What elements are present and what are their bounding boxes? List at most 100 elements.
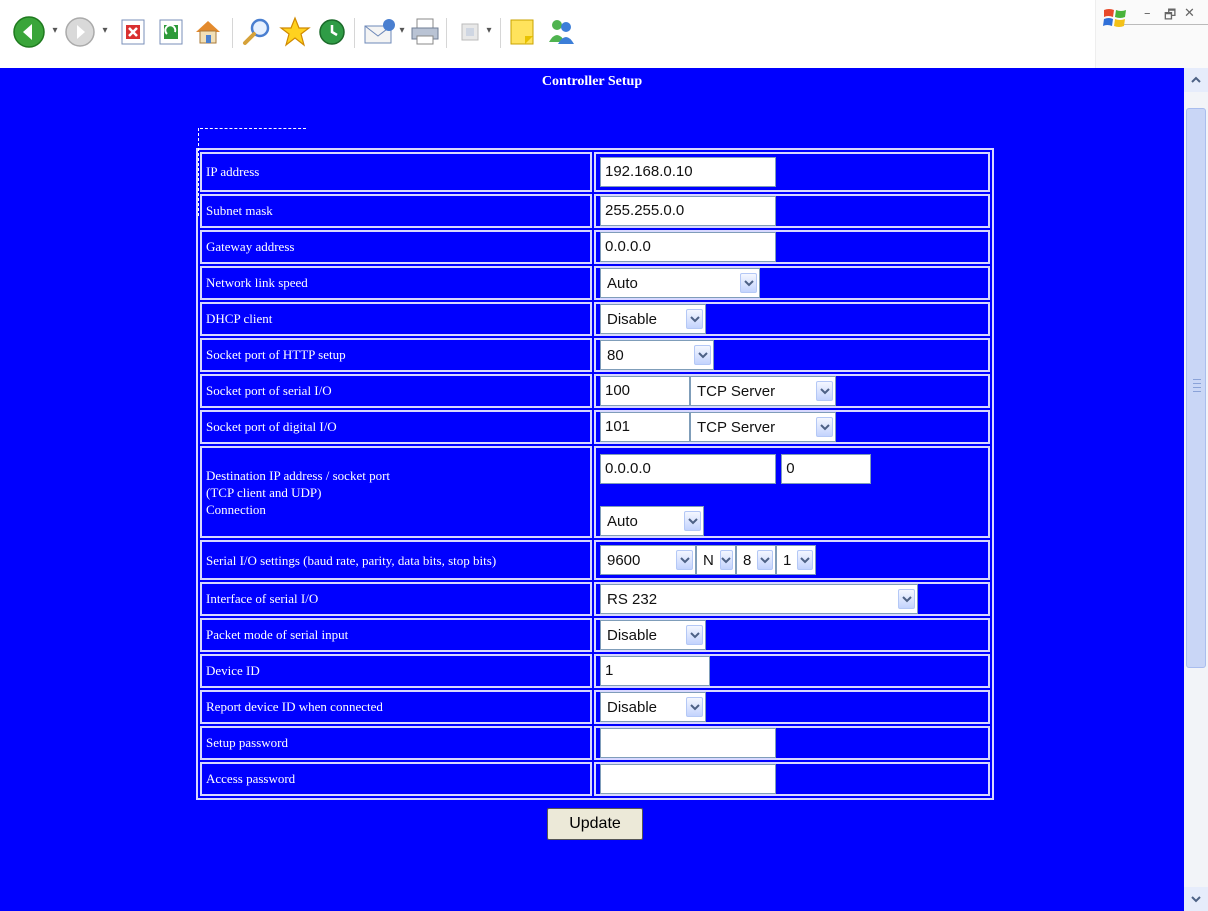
report-id-select[interactable]: Disable <box>600 692 706 722</box>
destination-ip-input[interactable]: 0.0.0.0 <box>600 454 776 484</box>
destination-label: Destination IP address / socket port (TC… <box>200 446 592 538</box>
table-row: DHCP client Disable <box>200 302 990 336</box>
interface-label: Interface of serial I/O <box>200 582 592 616</box>
baud-rate-select[interactable]: 9600 <box>600 545 696 575</box>
mail-icon[interactable] <box>362 12 398 52</box>
data-bits-select[interactable]: 8 <box>736 545 776 575</box>
page-title: Controller Setup <box>541 74 643 89</box>
setup-form-table: IP address 192.168.0.10 Subnet mask 255.… <box>196 148 994 800</box>
scroll-down-icon[interactable] <box>1184 887 1208 911</box>
setup-password-input[interactable] <box>600 728 776 758</box>
browser-toolbar: ▾ ▾ ▾ ▾ – 🗗 ✕ <box>0 0 1208 68</box>
table-row: Socket port of digital I/O 101 TCP Server <box>200 410 990 444</box>
link-speed-label: Network link speed <box>200 266 592 300</box>
messenger-icon[interactable] <box>544 12 578 52</box>
chevron-down-icon <box>797 550 813 570</box>
destination-label-line2: (TCP client and UDP) <box>206 484 322 500</box>
chevron-down-icon <box>898 589 915 609</box>
serial-port-cell: 100 TCP Server <box>594 374 990 408</box>
home-icon[interactable] <box>192 12 224 52</box>
ip-address-label: IP address <box>200 152 592 192</box>
subnet-mask-label: Subnet mask <box>200 194 592 228</box>
chevron-down-icon <box>719 550 733 570</box>
dhcp-value: Disable <box>607 310 658 328</box>
mail-dropdown-icon[interactable]: ▾ <box>397 24 407 38</box>
focus-outline-side <box>198 128 200 216</box>
windows-logo-icon <box>1102 6 1130 35</box>
http-port-value: 80 <box>607 346 624 364</box>
table-row: Network link speed Auto <box>200 266 990 300</box>
connection-value: Auto <box>607 512 638 530</box>
dhcp-cell: Disable <box>594 302 990 336</box>
link-speed-value: Auto <box>607 274 638 292</box>
connection-label: Connection <box>206 501 266 517</box>
stop-icon[interactable] <box>118 12 148 52</box>
device-id-input[interactable]: 1 <box>600 656 710 686</box>
destination-cell: 0.0.0.0 0 Auto <box>594 446 990 538</box>
table-row: Report device ID when connected Disable <box>200 690 990 724</box>
link-speed-select[interactable]: Auto <box>600 268 760 298</box>
minimize-button[interactable]: – <box>1144 6 1151 21</box>
interface-cell: RS 232 <box>594 582 990 616</box>
parity-select[interactable]: N <box>696 545 736 575</box>
forward-dropdown-icon[interactable]: ▾ <box>100 24 110 38</box>
back-dropdown-icon[interactable]: ▾ <box>50 24 60 38</box>
ip-address-input[interactable]: 192.168.0.10 <box>600 157 776 187</box>
scrollbar-thumb[interactable] <box>1186 108 1206 668</box>
serial-port-mode-value: TCP Server <box>697 382 776 400</box>
subnet-mask-input[interactable]: 255.255.0.0 <box>600 196 776 226</box>
digital-port-mode-select[interactable]: TCP Server <box>690 412 836 442</box>
chevron-down-icon <box>816 381 833 401</box>
update-button[interactable]: Update <box>547 808 643 840</box>
search-icon[interactable] <box>240 12 274 52</box>
close-button[interactable]: ✕ <box>1184 6 1195 21</box>
print-icon[interactable] <box>408 12 442 52</box>
access-password-input[interactable] <box>600 764 776 794</box>
scroll-up-icon[interactable] <box>1184 68 1208 92</box>
access-password-cell <box>594 762 990 796</box>
connection-select[interactable]: Auto <box>600 506 704 536</box>
interface-value: RS 232 <box>607 590 658 608</box>
parity-value: N <box>703 551 714 569</box>
table-row: Serial I/O settings (baud rate, parity, … <box>200 540 990 580</box>
http-port-select[interactable]: 80 <box>600 340 714 370</box>
setup-password-label: Setup password <box>200 726 592 760</box>
table-row: Socket port of serial I/O 100 TCP Server <box>200 374 990 408</box>
edit-dropdown-icon[interactable]: ▾ <box>484 24 494 38</box>
digital-port-input[interactable]: 101 <box>600 412 690 442</box>
refresh-icon[interactable] <box>156 12 186 52</box>
ip-address-cell: 192.168.0.10 <box>594 152 990 192</box>
packet-mode-select[interactable]: Disable <box>600 620 706 650</box>
stop-bits-value: 1 <box>783 551 792 569</box>
table-row: Gateway address 0.0.0.0 <box>200 230 990 264</box>
dhcp-select[interactable]: Disable <box>600 304 706 334</box>
interface-select[interactable]: RS 232 <box>600 584 918 614</box>
serial-port-mode-select[interactable]: TCP Server <box>690 376 836 406</box>
back-icon[interactable] <box>12 12 46 52</box>
chevron-down-icon <box>686 697 703 717</box>
device-id-cell: 1 <box>594 654 990 688</box>
favorites-icon[interactable] <box>278 12 312 52</box>
gateway-input[interactable]: 0.0.0.0 <box>600 232 776 262</box>
destination-label-line1: Destination IP address / socket port <box>206 467 391 483</box>
history-icon[interactable] <box>316 12 348 52</box>
access-password-label: Access password <box>200 762 592 796</box>
destination-port-input[interactable]: 0 <box>781 454 872 484</box>
setup-password-cell <box>594 726 990 760</box>
stop-bits-select[interactable]: 1 <box>776 545 816 575</box>
data-bits-value: 8 <box>743 551 752 569</box>
table-row: Access password <box>200 762 990 796</box>
table-row: IP address 192.168.0.10 <box>200 152 990 192</box>
window-controls: – 🗗 ✕ <box>1095 0 1208 68</box>
notes-icon[interactable] <box>506 12 538 52</box>
chevron-down-icon <box>676 550 693 570</box>
edit-icon[interactable] <box>456 12 484 52</box>
chevron-down-icon <box>684 511 701 531</box>
subnet-mask-cell: 255.255.0.0 <box>594 194 990 228</box>
table-row: Device ID 1 <box>200 654 990 688</box>
vertical-scrollbar[interactable] <box>1184 68 1208 911</box>
baud-rate-value: 9600 <box>607 551 641 569</box>
forward-icon[interactable] <box>64 12 96 52</box>
serial-port-input[interactable]: 100 <box>600 376 690 406</box>
link-speed-cell: Auto <box>594 266 990 300</box>
